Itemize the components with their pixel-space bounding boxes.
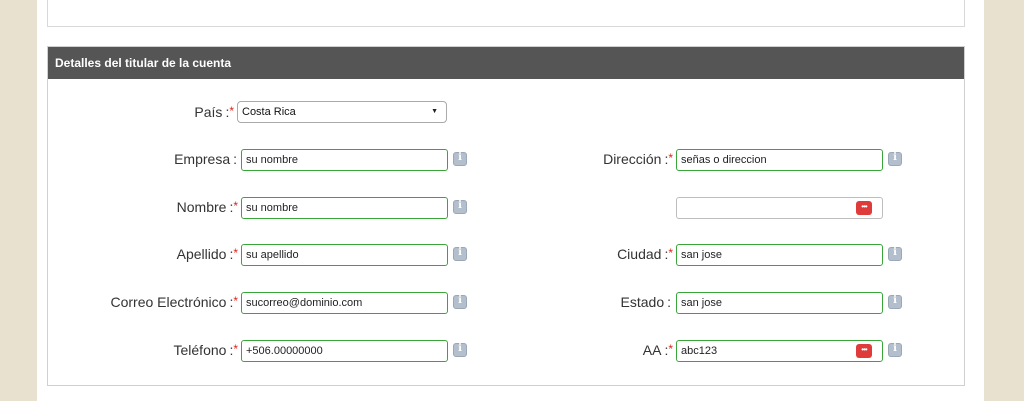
- phone-info-icon[interactable]: [453, 343, 467, 357]
- city-info-icon[interactable]: [888, 247, 902, 261]
- aa-field[interactable]: abc123: [676, 340, 883, 362]
- previous-panel: [47, 0, 965, 27]
- address-label: Dirección:*: [603, 151, 673, 167]
- country-select[interactable]: Costa Rica ▼: [237, 101, 447, 123]
- chevron-down-icon: ▼: [431, 108, 438, 115]
- password-manager-icon[interactable]: [856, 343, 872, 358]
- email-field[interactable]: sucorreo@dominio.com: [241, 292, 448, 314]
- company-info-icon[interactable]: [453, 152, 467, 166]
- phone-label: Teléfono:*: [173, 342, 239, 358]
- aa-info-icon[interactable]: [888, 343, 902, 357]
- aa-label: AA:*: [642, 342, 673, 358]
- phone-field[interactable]: +506.00000000: [241, 340, 448, 362]
- country-label: País:*: [194, 104, 234, 120]
- password-manager-icon[interactable]: [856, 200, 872, 215]
- last-name-field[interactable]: su apellido: [241, 244, 448, 266]
- last-name-label: Apellido:*: [176, 246, 238, 262]
- last-name-info-icon[interactable]: [453, 247, 467, 261]
- first-name-field[interactable]: su nombre: [241, 197, 448, 219]
- section-title: Detalles del titular de la cuenta: [48, 47, 964, 79]
- state-label: Estado:: [620, 294, 671, 310]
- city-field[interactable]: san jose: [676, 244, 883, 266]
- city-label: Ciudad:*: [617, 246, 673, 262]
- state-info-icon[interactable]: [888, 295, 902, 309]
- first-name-info-icon[interactable]: [453, 200, 467, 214]
- email-label: Correo Electrónico:*: [110, 294, 239, 310]
- email-info-icon[interactable]: [453, 295, 467, 309]
- address-line-2-field[interactable]: [676, 197, 883, 219]
- company-field[interactable]: su nombre: [241, 149, 448, 171]
- country-select-value: Costa Rica: [242, 106, 296, 118]
- company-label: Empresa:: [174, 151, 237, 167]
- state-field[interactable]: san jose: [676, 292, 883, 314]
- address-field[interactable]: señas o direccion: [676, 149, 883, 171]
- first-name-label: Nombre:*: [176, 199, 238, 215]
- address-info-icon[interactable]: [888, 152, 902, 166]
